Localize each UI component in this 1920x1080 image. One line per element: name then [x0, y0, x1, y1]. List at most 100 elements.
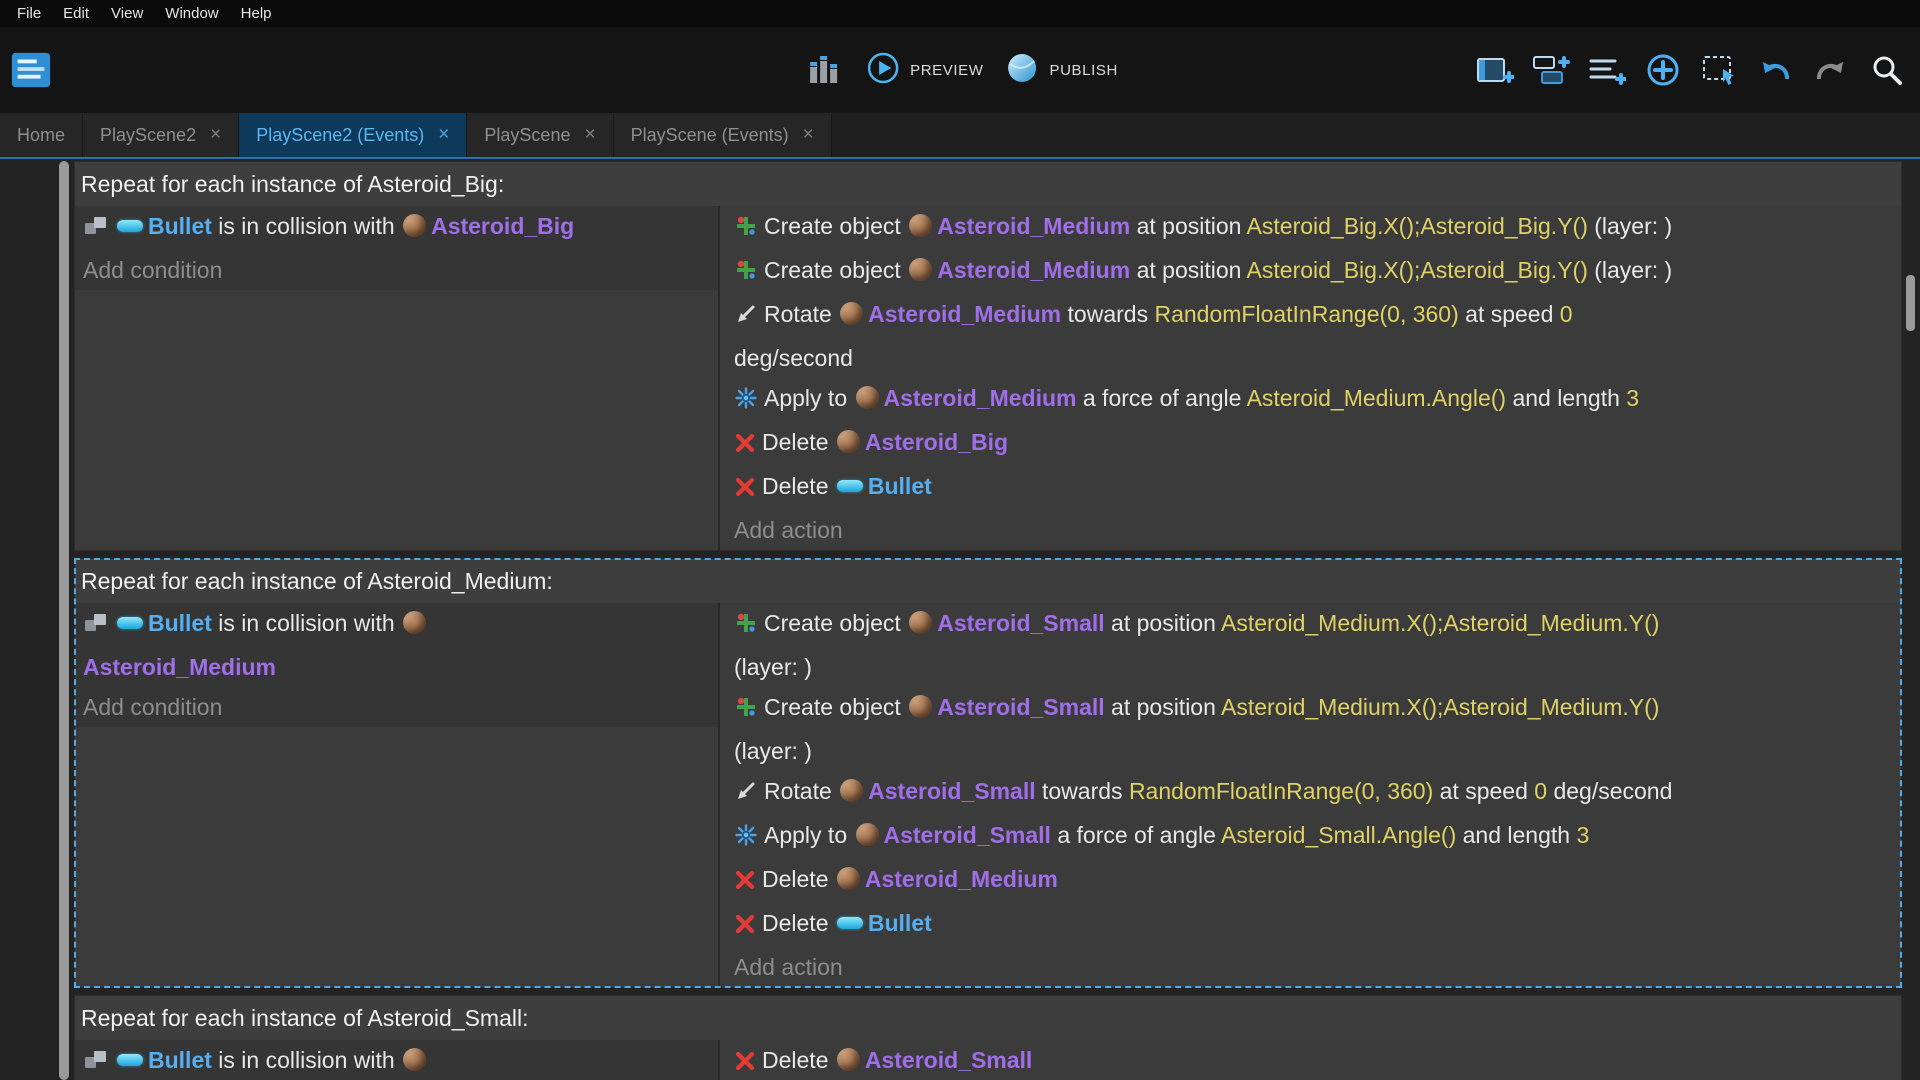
tab-close-icon[interactable]: × — [803, 124, 814, 146]
add-event-icon[interactable] — [1474, 50, 1516, 90]
action-row[interactable]: Delete Asteroid_Medium — [726, 859, 1893, 903]
debugger-icon[interactable] — [802, 50, 844, 90]
add-subevent-icon[interactable] — [1530, 50, 1572, 90]
action-row[interactable]: Apply to Asteroid_Medium a force of angl… — [726, 378, 1893, 422]
row-text: Create object — [764, 694, 908, 720]
row-text: is in collision with — [211, 1047, 402, 1073]
tab-playscene[interactable]: PlayScene × — [467, 113, 614, 157]
menu-item-edit[interactable]: Edit — [52, 0, 100, 27]
redo-icon[interactable] — [1810, 50, 1852, 90]
event-block[interactable]: Repeat for each instance of Asteroid_Med… — [74, 558, 1902, 988]
tab-playscene-events[interactable]: PlayScene (Events) × — [613, 113, 832, 157]
tab-label: PlayScene (Events) — [630, 124, 789, 145]
row-text: deg/second — [734, 345, 853, 371]
collision-icon — [83, 607, 109, 647]
tab-playscene2[interactable]: PlayScene2 × — [83, 113, 240, 157]
menu-item-window[interactable]: Window — [154, 0, 229, 27]
tab-label: PlayScene — [484, 124, 571, 145]
object-thumbnail-asteroid — [840, 302, 864, 326]
pick-event-icon[interactable] — [1698, 50, 1740, 90]
condition-row[interactable]: Bullet is in collision with Asteroid_Med… — [75, 603, 718, 687]
expression-value: 3 — [1576, 822, 1590, 848]
tab-label: PlayScene2 (Events) — [256, 124, 425, 145]
object-name: Asteroid_Small — [868, 778, 1036, 804]
object-thumbnail-asteroid — [836, 1048, 860, 1072]
row-text: deg/second — [1547, 778, 1673, 804]
undo-icon[interactable] — [1754, 50, 1796, 90]
object-name: Bullet — [148, 610, 212, 636]
menu-item-view[interactable]: View — [100, 0, 154, 27]
object-name: Asteroid_Big — [864, 429, 1009, 455]
menu-item-file[interactable]: File — [6, 0, 52, 27]
events-left-scrollbar[interactable] — [59, 161, 69, 1080]
object-name: Asteroid_Small — [883, 822, 1051, 848]
project-manager-icon[interactable] — [10, 50, 52, 90]
tab-close-icon[interactable]: × — [210, 124, 221, 146]
action-row[interactable]: Delete Asteroid_Big — [726, 422, 1893, 466]
add-new-icon[interactable] — [1642, 50, 1684, 90]
row-text: is in collision with — [211, 610, 402, 636]
tab-playscene2-events[interactable]: PlayScene2 (Events) × — [239, 113, 468, 157]
event-block[interactable]: Repeat for each instance of Asteroid_Big… — [74, 161, 1902, 551]
delete-icon — [734, 907, 756, 947]
add-action-button[interactable]: Add action — [726, 947, 1893, 987]
action-row[interactable]: Rotate Asteroid_Small towards RandomFloa… — [726, 771, 1893, 815]
tab-label: PlayScene2 — [100, 124, 197, 145]
expression-value: 3 — [1626, 385, 1640, 411]
add-action-button[interactable]: Add action — [726, 510, 1893, 550]
conditions-box: Bullet is in collision with Asteroid_Med… — [75, 603, 718, 727]
action-row[interactable]: Create object Asteroid_Small at position… — [726, 603, 1893, 687]
object-name: Bullet — [148, 213, 212, 239]
event-header[interactable]: Repeat for each instance of Asteroid_Sma… — [75, 996, 1901, 1040]
preview-play-icon — [866, 51, 900, 89]
condition-row[interactable]: Bullet is in collision with Asteroid_Sma… — [75, 1040, 718, 1080]
row-text: at position — [1130, 213, 1247, 239]
tab-close-icon[interactable]: × — [438, 124, 449, 146]
object-thumbnail-asteroid — [909, 611, 933, 635]
publish-label: PUBLISH — [1049, 61, 1118, 79]
preview-button[interactable]: PREVIEW — [866, 51, 983, 89]
toolbar-center: PREVIEW PUBLISH — [802, 50, 1118, 90]
row-text: Create object — [764, 610, 908, 636]
expression-value: Asteroid_Medium.X();Asteroid_Medium.Y() — [1221, 694, 1660, 720]
add-condition-button[interactable]: Add condition — [75, 687, 718, 727]
add-condition-button[interactable]: Add condition — [75, 250, 718, 290]
row-text: towards — [1035, 778, 1129, 804]
toolbar-left — [10, 50, 52, 90]
publish-button[interactable]: PUBLISH — [1006, 51, 1118, 89]
condition-row[interactable]: Bullet is in collision with Asteroid_Big — [75, 206, 718, 250]
object-name: Asteroid_Small — [937, 610, 1105, 636]
event-header[interactable]: Repeat for each instance of Asteroid_Med… — [75, 559, 1901, 603]
event-header[interactable]: Repeat for each instance of Asteroid_Big… — [75, 162, 1901, 206]
object-thumbnail-asteroid — [855, 386, 879, 410]
row-text: and length — [1506, 385, 1627, 411]
object-name: Bullet — [867, 910, 932, 936]
action-row[interactable]: Create object Asteroid_Medium at positio… — [726, 250, 1893, 294]
row-text: a force of angle — [1050, 822, 1222, 848]
vertical-scrollbar-thumb[interactable] — [1906, 275, 1915, 331]
action-row[interactable]: Rotate Asteroid_Medium towards RandomFlo… — [726, 294, 1893, 378]
expression-value: 0 — [1534, 778, 1548, 804]
event-block[interactable]: Repeat for each instance of Asteroid_Sma… — [74, 995, 1902, 1080]
action-row[interactable]: Create object Asteroid_Small at position… — [726, 687, 1893, 771]
action-row[interactable]: Create object Asteroid_Medium at positio… — [726, 206, 1893, 250]
action-row[interactable]: Delete Bullet — [726, 903, 1893, 947]
tab-bar: Home PlayScene2 × PlayScene2 (Events) × PlayS… — [0, 113, 1920, 159]
tab-close-icon[interactable]: × — [584, 124, 595, 146]
menu-item-help[interactable]: Help — [230, 0, 283, 27]
add-comment-icon[interactable] — [1586, 50, 1628, 90]
search-icon[interactable] — [1866, 50, 1908, 90]
events-list: Repeat for each instance of Asteroid_Big… — [74, 161, 1902, 1080]
action-row[interactable]: Apply to Asteroid_Small a force of angle… — [726, 815, 1893, 859]
object-name: Asteroid_Medium — [883, 385, 1077, 411]
tab-label: Home — [17, 124, 66, 145]
object-thumbnail-asteroid — [909, 695, 933, 719]
delete-icon — [734, 470, 756, 510]
tab-home[interactable]: Home — [0, 113, 84, 157]
object-name: Asteroid_Small — [864, 1047, 1033, 1073]
action-row[interactable]: Delete Asteroid_Small — [726, 1040, 1893, 1080]
conditions-column: Bullet is in collision with Asteroid_Sma… — [75, 1040, 720, 1080]
action-row[interactable]: Delete Bullet — [726, 466, 1893, 510]
row-text: towards — [1061, 301, 1155, 327]
main-toolbar: PREVIEW PUBLISH — [0, 27, 1920, 113]
